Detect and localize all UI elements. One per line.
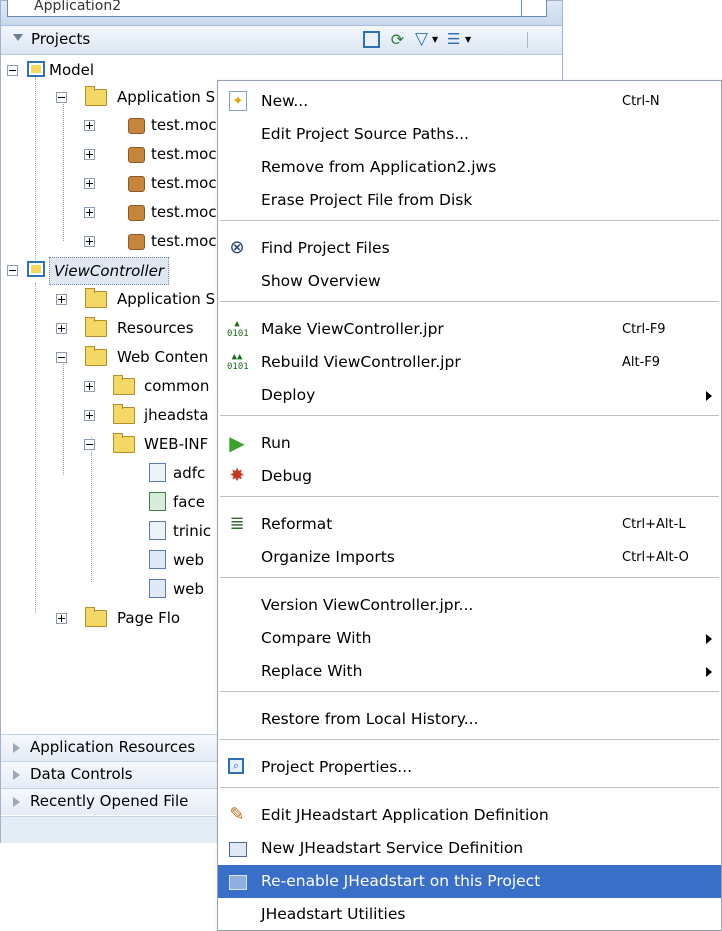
web-xml-icon (149, 550, 166, 569)
folder-icon (85, 317, 107, 337)
collapse-toggle-icon[interactable] (56, 92, 67, 103)
expand-toggle-icon[interactable] (84, 120, 95, 131)
toolbar-divider (527, 32, 528, 48)
project-properties-icon: ⌕ (228, 758, 244, 774)
menu-item-edit-project-source-paths[interactable]: Edit Project Source Paths... (218, 118, 721, 151)
collapse-toggle-icon[interactable] (84, 439, 95, 450)
menu-item-show-overview[interactable]: Show Overview (218, 265, 721, 298)
refresh-icon[interactable]: ⟳ (389, 31, 406, 48)
collapse-toggle-icon[interactable] (7, 265, 18, 276)
project-properties-icon[interactable] (363, 31, 380, 48)
menu-separator (220, 691, 719, 692)
jheadstart-window-icon (229, 875, 247, 890)
projects-title: Projects (31, 30, 91, 48)
expand-toggle-icon[interactable] (56, 613, 67, 624)
expand-toggle-icon[interactable] (84, 178, 95, 189)
collapse-toggle-icon[interactable] (7, 65, 18, 76)
menu-item-restore-from-local-history[interactable]: Restore from Local History... (218, 703, 721, 736)
submenu-arrow-icon (706, 667, 712, 677)
xml-file-icon (149, 521, 166, 540)
package-icon (128, 118, 145, 134)
folder-icon (85, 346, 107, 366)
new-file-icon: ✦ (229, 91, 247, 111)
package-icon (128, 234, 145, 250)
debug-bug-icon: ✸ (229, 465, 245, 486)
rebuild-icon: ▲▲ 0101 (227, 352, 249, 372)
filter-icon[interactable]: ▽ (415, 31, 432, 48)
application-selector[interactable]: Application2 (7, 0, 547, 17)
expand-toggle-icon[interactable] (56, 294, 67, 305)
menu-item-find-project-files[interactable]: ⊗ Find Project Files (218, 232, 721, 265)
folder-icon (85, 86, 107, 106)
config-file-icon (149, 463, 166, 482)
menu-item-organize-imports[interactable]: Organize Imports Ctrl+Alt-O (218, 541, 721, 574)
expand-toggle-icon[interactable] (84, 410, 95, 421)
working-sets-icon[interactable]: ☰ (447, 31, 464, 48)
make-icon: ▲ 0101 (227, 319, 249, 339)
folder-icon (85, 288, 107, 308)
menu-item-make[interactable]: ▲ 0101 Make ViewController.jpr Ctrl-F9 (218, 313, 721, 346)
submenu-arrow-icon (706, 391, 712, 401)
expand-toggle-icon[interactable] (84, 207, 95, 218)
collapse-triangle-icon[interactable] (13, 34, 23, 41)
menu-item-replace-with[interactable]: Replace With (218, 655, 721, 688)
submenu-arrow-icon (706, 634, 712, 644)
menu-item-run[interactable]: ▶ Run (218, 427, 721, 460)
reformat-icon: ≣ (229, 513, 245, 534)
menu-item-edit-jheadstart-app-def[interactable]: ✎ Edit JHeadstart Application Definition (218, 799, 721, 832)
working-sets-dropdown-icon[interactable]: ▼ (465, 31, 482, 48)
menu-separator (220, 496, 719, 497)
faces-config-icon (149, 492, 166, 511)
expand-toggle-icon[interactable] (84, 381, 95, 392)
menu-item-version[interactable]: Version ViewController.jpr... (218, 589, 721, 622)
expand-toggle-icon[interactable] (84, 236, 95, 247)
project-icon (27, 261, 45, 277)
expand-triangle-icon (13, 797, 20, 807)
package-icon (128, 147, 145, 163)
edit-pencil-icon: ✎ (229, 804, 245, 825)
jheadstart-window-icon (229, 842, 247, 857)
folder-icon (85, 607, 107, 627)
expand-triangle-icon (13, 770, 20, 780)
menu-item-compare-with[interactable]: Compare With (218, 622, 721, 655)
menu-item-debug[interactable]: ✸ Debug (218, 460, 721, 493)
menu-item-jheadstart-utilities[interactable]: JHeadstart Utilities (218, 898, 721, 931)
menu-item-rebuild[interactable]: ▲▲ 0101 Rebuild ViewController.jpr Alt-F9 (218, 346, 721, 379)
menu-item-new-jheadstart-service-def[interactable]: New JHeadstart Service Definition (218, 832, 721, 865)
package-icon (128, 205, 145, 221)
web-xml-icon (149, 579, 166, 598)
collapse-toggle-icon[interactable] (56, 352, 67, 363)
application-bar: Application2 (1, 0, 562, 26)
folder-icon (113, 375, 135, 395)
menu-separator (220, 415, 719, 416)
binoculars-icon: ⊗ (229, 237, 245, 258)
package-icon (128, 176, 145, 192)
menu-separator (220, 220, 719, 221)
run-icon: ▶ (229, 431, 245, 455)
expand-triangle-icon (13, 743, 20, 753)
menu-item-remove-from-application[interactable]: Remove from Application2.jws (218, 151, 721, 184)
expand-toggle-icon[interactable] (84, 149, 95, 160)
folder-icon (113, 404, 135, 424)
menu-separator (220, 577, 719, 578)
menu-item-deploy[interactable]: Deploy (218, 379, 721, 412)
menu-separator (220, 787, 719, 788)
projects-panel-header[interactable]: Projects ⟳ ▽ ▼ ☰ ▼ (1, 26, 562, 55)
expand-toggle-icon[interactable] (56, 323, 67, 334)
menu-separator (220, 739, 719, 740)
application-menu-button[interactable] (521, 0, 548, 17)
project-context-menu: ✦ New... Ctrl-N Edit Project Source Path… (217, 80, 722, 931)
menu-item-erase-project-file[interactable]: Erase Project File from Disk (218, 184, 721, 217)
menu-item-reenable-jheadstart[interactable]: Re-enable JHeadstart on this Project (218, 865, 721, 898)
folder-icon (113, 433, 135, 453)
menu-item-project-properties[interactable]: ⌕ Project Properties... (218, 751, 721, 784)
menu-separator (220, 301, 719, 302)
project-icon (27, 61, 45, 77)
menu-item-new[interactable]: ✦ New... Ctrl-N (218, 85, 721, 118)
menu-item-reformat[interactable]: ≣ Reformat Ctrl+Alt-L (218, 508, 721, 541)
